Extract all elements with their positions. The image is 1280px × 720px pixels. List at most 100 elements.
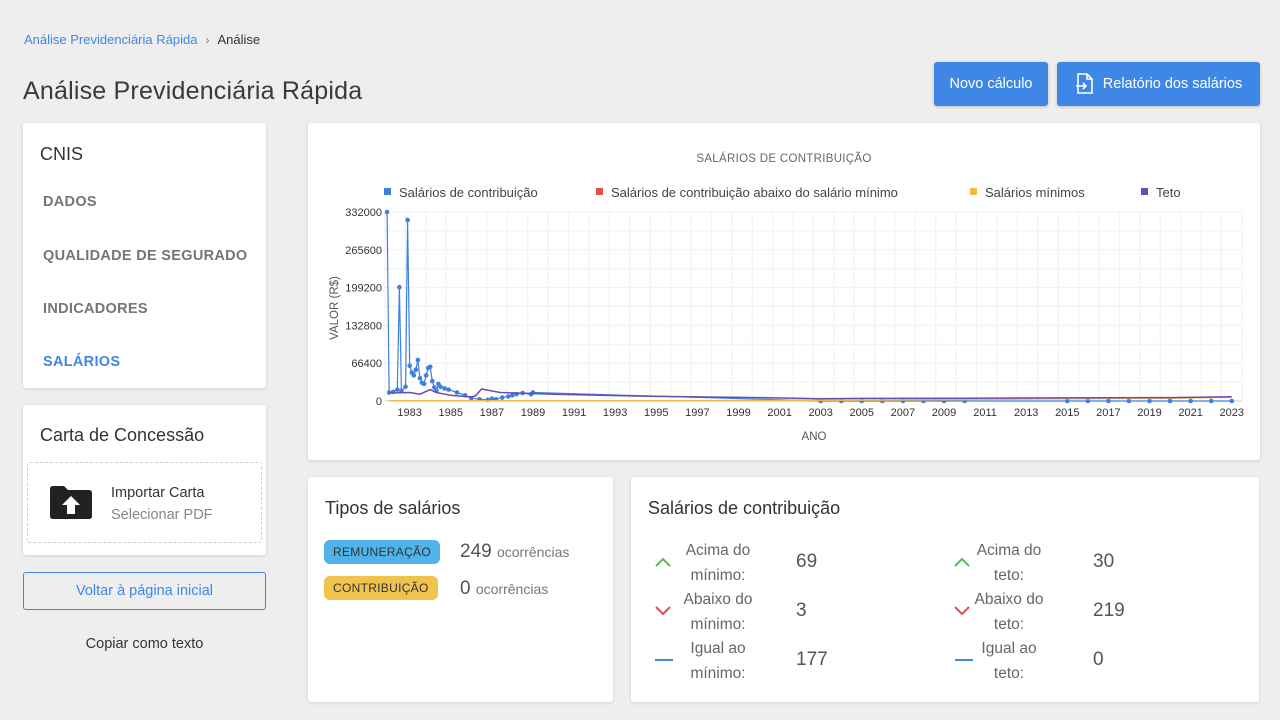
chart-title: SALÁRIOS DE CONTRIBUIÇÃO [696,152,871,165]
data-point [395,387,400,392]
cnis-nav-indicadores[interactable]: INDICADORES [43,301,148,317]
import-carta-dropzone[interactable]: Importar Carta Selecionar PDF [27,462,262,543]
breadcrumb-current: Análise [217,32,261,47]
data-point [1126,398,1132,404]
data-point [1085,398,1091,404]
novo-calculo-button[interactable]: Novo cálculo [934,62,1048,106]
voltar-pagina-inicial-button[interactable]: Voltar à página inicial [23,572,266,610]
x-tick-label: 1997 [685,407,709,419]
data-point [506,394,511,399]
y-tick-label: 332000 [345,207,382,219]
data-point [1167,398,1173,404]
x-tick-label: 2021 [1178,407,1202,419]
data-point [415,357,421,363]
data-point [446,387,452,392]
x-axis-label: ANO [802,431,827,443]
chevron-down-icon [954,606,970,616]
y-tick-label: 199200 [345,283,382,295]
y-tick-label: 66400 [351,358,382,370]
folder-upload-icon [50,486,92,519]
contribuicao-badge: CONTRIBUIÇÃO [324,576,438,600]
data-point [427,364,433,370]
x-tick-label: 2003 [808,407,832,419]
data-point [442,386,447,391]
contribuicao-count-label: ocorrências [475,581,549,597]
remuneracao-count: 249 ocorrências [460,541,569,563]
cnis-nav-salarios[interactable]: SALÁRIOS [43,354,120,370]
contribuicao-count-value: 0 [460,578,471,599]
relatorio-salarios-button[interactable]: Relatório dos salários [1057,62,1260,106]
data-point [429,378,435,384]
salarios-contribuicao-card: Salários de contribuição Acima do mínimo… [631,477,1259,702]
x-tick-label: 1983 [397,407,421,419]
page-title: Análise Previdenciária Rápida [23,77,363,105]
data-point [1208,398,1214,404]
cnis-nav-dados[interactable]: DADOS [43,194,97,210]
data-point [438,384,443,390]
x-tick-label: 2023 [1219,407,1243,419]
data-point [423,373,429,378]
legend-label: Salários de contribuição [399,185,538,200]
x-tick-label: 2009 [932,407,956,419]
acima-teto-value: 30 [1093,551,1115,572]
breadcrumb: Análise Previdenciária Rápida › Análise [24,32,260,47]
breadcrumb-root-link[interactable]: Análise Previdenciária Rápida [24,32,197,47]
x-tick-label: 2005 [850,407,874,419]
legend-swatch [1141,188,1148,195]
relatorio-salarios-label: Relatório dos salários [1102,76,1243,92]
data-point [384,209,390,215]
data-point [499,395,505,400]
file-export-icon [1075,73,1093,94]
y-tick-label: 0 [376,396,382,408]
novo-calculo-label: Novo cálculo [949,76,1033,92]
data-point [1106,398,1111,404]
cnis-nav-qualidade-segurado[interactable]: QUALIDADE DE SEGURADO [43,248,247,264]
salarios-chart-card: SALÁRIOS DE CONTRIBUIÇÃO Salários de cont… [308,123,1260,460]
remuneracao-count-value: 249 [460,541,492,562]
dash-icon [655,659,673,661]
x-tick-label: 1985 [439,407,463,419]
legend-swatch [384,188,391,195]
cnis-card: CNIS DADOS QUALIDADE DE SEGURADO INDICAD… [23,123,266,388]
carta-concessao-card: Carta de Concessão Importar Carta Seleci… [23,405,266,555]
tipos-salarios-title: Tipos de salários [325,498,461,518]
igual-minimo-label: Igual ao mínimo: [690,640,746,682]
carta-concessao-title: Carta de Concessão [40,425,205,445]
x-tick-label: 2019 [1137,407,1161,419]
acima-minimo-value: 69 [796,551,818,572]
x-tick-label: 2007 [891,407,915,419]
data-point [397,284,402,290]
x-tick-label: 2013 [1014,407,1038,419]
import-carta-title: Importar Carta [111,485,205,501]
data-point [454,390,460,395]
x-tick-label: 1991 [562,407,586,419]
breadcrumb-separator-icon: › [205,32,210,47]
y-tick-label: 132800 [345,320,382,332]
data-point [1147,398,1152,404]
data-point [403,384,408,390]
igual-teto-value: 0 [1093,649,1104,670]
chevron-up-icon [655,557,671,567]
legend-swatch [596,188,603,195]
data-point [1229,398,1235,404]
copiar-como-texto-link[interactable]: Copiar como texto [23,636,266,652]
acima-minimo-label: Acima do mínimo: [685,542,751,584]
data-point [407,363,412,369]
data-point [1188,398,1193,404]
chevron-down-icon [655,606,671,616]
y-axis-label: VALOR (R$) [329,276,341,340]
remuneracao-badge: REMUNERAÇÃO [324,540,440,564]
x-tick-label: 1993 [603,407,627,419]
chevron-up-icon [954,557,970,567]
data-point [417,375,423,381]
import-carta-subtitle: Selecionar PDF [111,507,213,523]
salarios-contribuicao-title: Salários de contribuição [648,498,841,518]
tipos-salarios-card: Tipos de salários REMUNERAÇÃO 249 ocorrê… [308,477,613,702]
x-tick-label: 1999 [726,407,750,419]
legend-label: Teto [1156,185,1181,200]
abaixo-teto-value: 219 [1093,600,1125,621]
x-tick-label: 1989 [521,407,545,419]
y-tick-label: 265600 [345,245,382,257]
x-tick-label: 1995 [644,407,668,419]
remuneracao-count-label: ocorrências [496,544,570,560]
